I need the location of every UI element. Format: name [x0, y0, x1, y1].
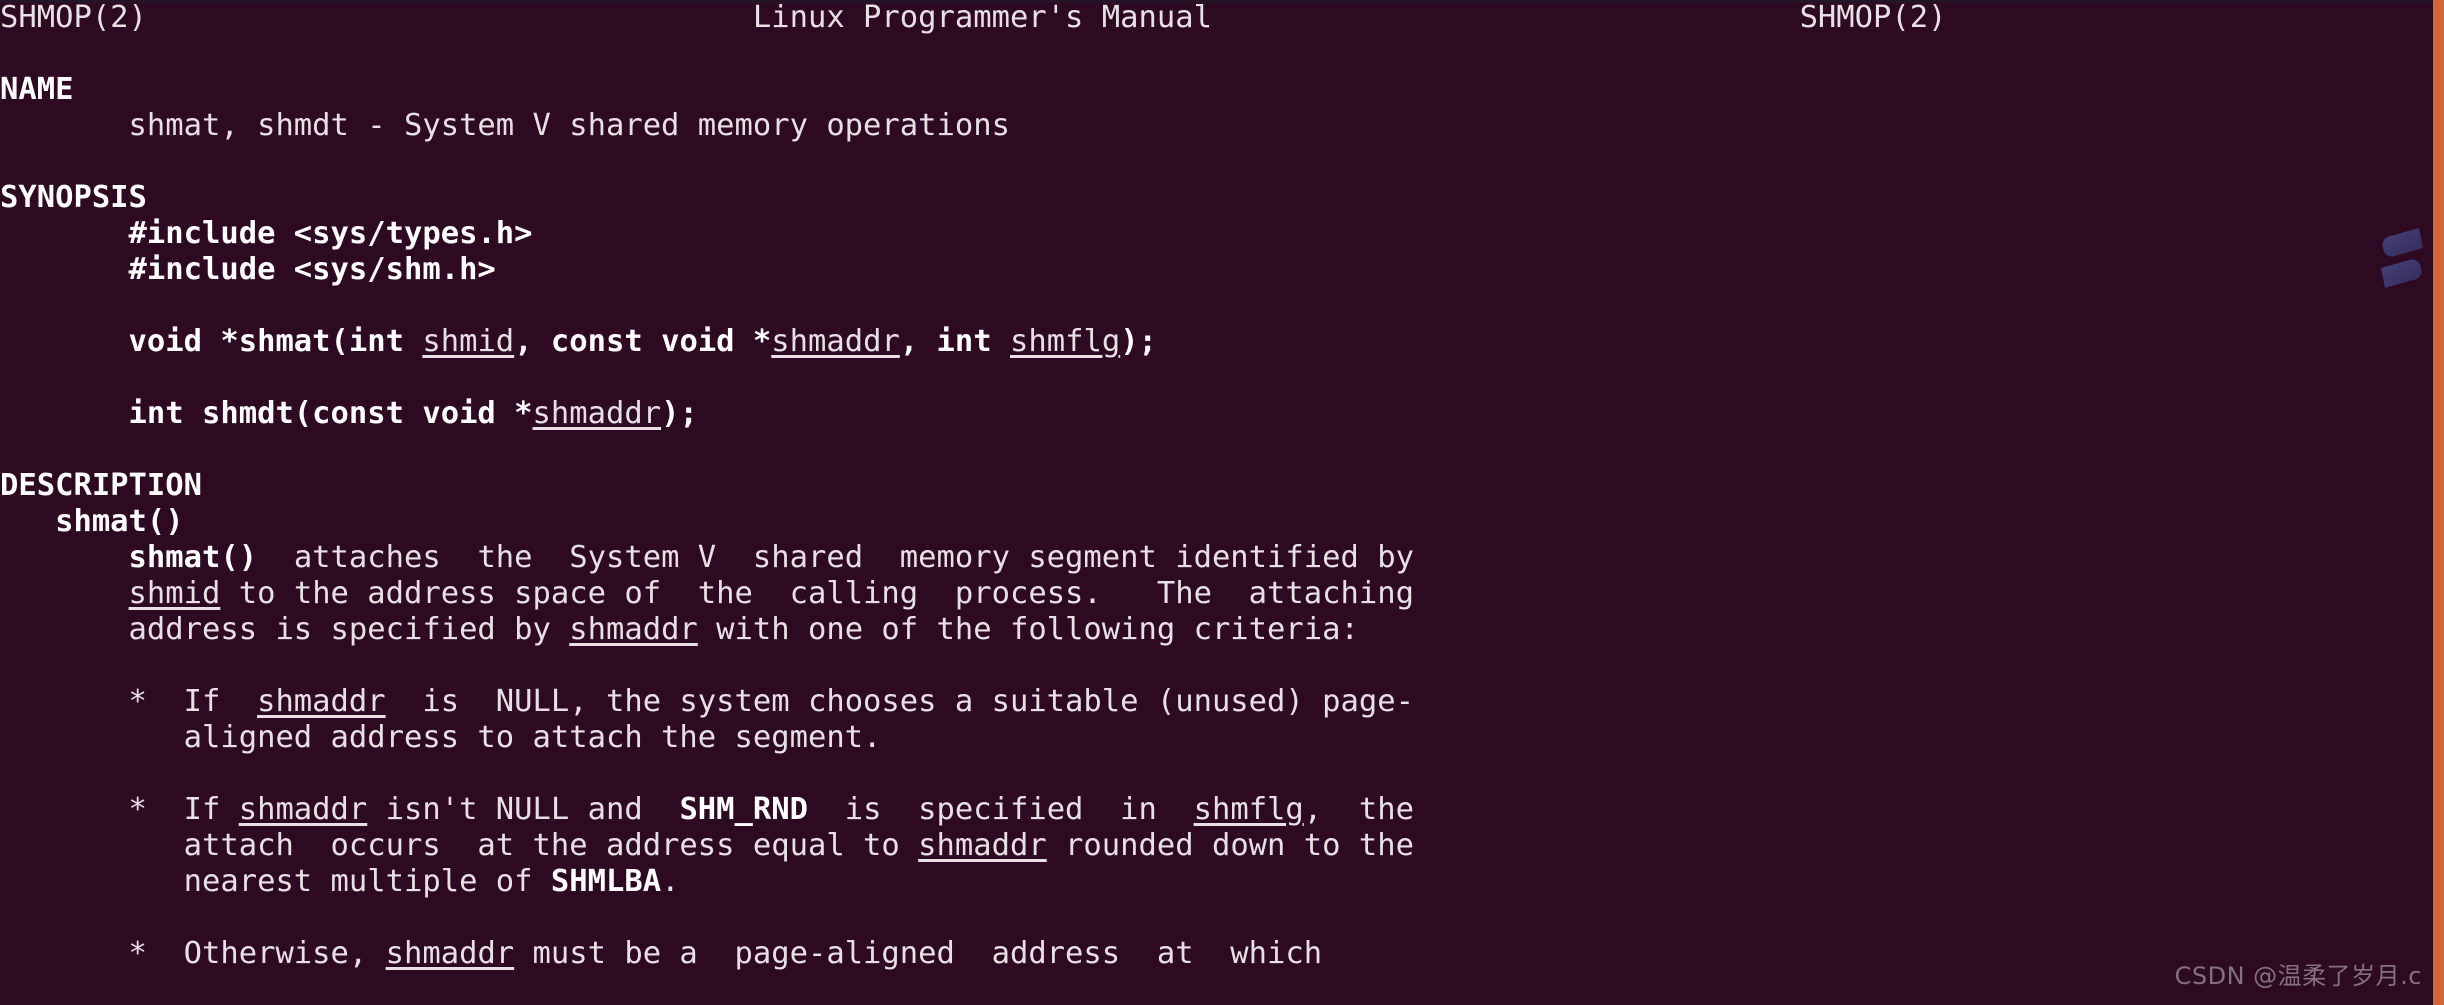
man-bold-text: void *shmat(int: [128, 324, 423, 359]
man-text: attaches the System V shared memory segm…: [257, 540, 1414, 575]
man-bold-text: );: [661, 396, 698, 431]
man-parameter: shmaddr: [569, 612, 698, 647]
terminal-line: * If shmaddr isn't NULL and SHM_RND is s…: [0, 792, 1414, 828]
man-text: SHMOP(2): [0, 0, 147, 35]
terminal-line: SHMOP(2) Linux Programmer's Manual SHMOP…: [0, 0, 1946, 36]
man-parameter: shmflg: [1010, 324, 1121, 359]
terminal-line: shmat() attaches the System V shared mem…: [0, 540, 1414, 576]
man-parameter: shmaddr: [238, 792, 368, 827]
man-bold-text: NAME: [0, 72, 74, 107]
man-text: * Otherwise,: [0, 936, 386, 971]
terminal-screen[interactable]: SHMOP(2) Linux Programmer's Manual SHMOP…: [0, 0, 2430, 1005]
man-text: attach occurs at the address equal to: [0, 828, 919, 863]
blue-s-logo-icon: [2375, 222, 2429, 294]
man-text: address is specified by: [0, 612, 570, 647]
man-text: to the address space of the calling proc…: [220, 576, 1414, 611]
terminal-line: DESCRIPTION: [0, 468, 202, 504]
man-text: is NULL, the system chooses a suitable (…: [385, 684, 1414, 719]
man-text: [0, 324, 129, 359]
man-text: must be a page-aligned address at which: [514, 936, 1323, 971]
man-bold-text: #include <sys/shm.h>: [128, 252, 496, 287]
man-text: [0, 252, 129, 287]
man-bold-text: shmat(): [55, 504, 184, 539]
man-parameter: shmaddr: [532, 396, 662, 431]
man-text: Linux Programmer's Manual: [752, 0, 1212, 35]
man-parameter: shmaddr: [385, 936, 515, 971]
man-text: SHMOP(2): [1799, 0, 1947, 35]
man-text: [0, 216, 129, 251]
man-bold-text: DESCRIPTION: [0, 468, 202, 503]
man-text: nearest multiple of: [0, 864, 551, 899]
man-bold-text: , int: [899, 324, 1010, 359]
man-text: [0, 576, 129, 611]
terminal-line: attach occurs at the address equal to sh…: [0, 828, 1414, 864]
man-text: with one of the following criteria:: [697, 612, 1359, 647]
man-text: * If: [0, 792, 239, 827]
man-bold-text: SYNOPSIS: [0, 180, 147, 215]
man-bold-text: shmat(): [128, 540, 258, 575]
man-text: is specified in: [807, 792, 1194, 827]
man-bold-text: SHMLBA: [550, 864, 662, 899]
terminal-line: #include <sys/shm.h>: [0, 252, 496, 288]
man-text: , the: [1303, 792, 1414, 827]
terminal-line: SYNOPSIS: [0, 180, 147, 216]
terminal-line: address is specified by shmaddr with one…: [0, 612, 1359, 648]
terminal-line: aligned address to attach the segment.: [0, 720, 882, 756]
man-text: rounded down to the: [1046, 828, 1414, 863]
terminal-line: shmat(): [0, 504, 184, 540]
man-text: [1212, 0, 1800, 35]
terminal-line: nearest multiple of SHMLBA.: [0, 864, 680, 900]
man-parameter: shmflg: [1193, 792, 1304, 827]
man-text: [0, 504, 55, 539]
man-text: shmat, shmdt - System V shared memory op…: [0, 108, 1010, 143]
csdn-watermark: CSDN @温柔了岁月.c: [2174, 962, 2422, 990]
man-text: isn't NULL and: [367, 792, 680, 827]
terminal-line: void *shmat(int shmid, const void *shmad…: [0, 324, 1157, 360]
man-text: * If: [0, 684, 258, 719]
man-bold-text: );: [1120, 324, 1157, 359]
terminal-line: #include <sys/types.h>: [0, 216, 533, 252]
man-text: [147, 0, 753, 35]
man-parameter: shmaddr: [771, 324, 900, 359]
man-text: aligned address to attach the segment.: [0, 720, 882, 755]
man-parameter: shmid: [128, 576, 221, 611]
terminal-line: NAME: [0, 72, 73, 108]
terminal-line: shmid to the address space of the callin…: [0, 576, 1414, 612]
man-text: [0, 540, 129, 575]
man-bold-text: SHM_RND: [679, 792, 808, 827]
man-parameter: shmid: [422, 324, 515, 359]
man-text: [0, 396, 129, 431]
terminal-line: * If shmaddr is NULL, the system chooses…: [0, 684, 1414, 720]
man-bold-text: , const void *: [514, 324, 772, 359]
terminal-line: shmat, shmdt - System V shared memory op…: [0, 108, 1010, 144]
terminal-line: int shmdt(const void *shmaddr);: [0, 396, 698, 432]
terminal-window[interactable]: SHMOP(2) Linux Programmer's Manual SHMOP…: [0, 0, 2444, 1005]
man-parameter: shmaddr: [257, 684, 386, 719]
window-right-border: [2433, 0, 2444, 1005]
man-parameter: shmaddr: [918, 828, 1047, 863]
man-text: .: [661, 864, 680, 899]
terminal-line: * Otherwise, shmaddr must be a page-alig…: [0, 936, 1323, 972]
man-bold-text: #include <sys/types.h>: [128, 216, 533, 251]
man-bold-text: int shmdt(const void *: [128, 396, 533, 431]
